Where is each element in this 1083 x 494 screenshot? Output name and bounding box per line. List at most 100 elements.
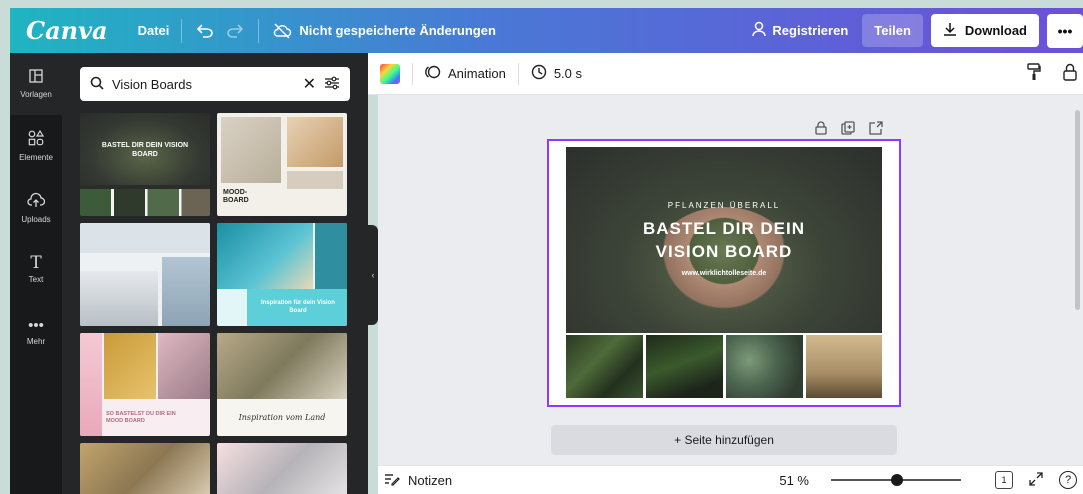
photo-vine[interactable] <box>646 335 723 398</box>
template-thumbnail-5[interactable]: SO BASTELST DU DIR EIN MOOD BOARD <box>80 333 210 436</box>
template-thumbnail-4[interactable]: Inspiration für dein Vision Board <box>217 223 347 326</box>
rail-item-text[interactable]: T Text <box>10 239 62 301</box>
design-title-line2: VISION BOARD <box>655 242 793 261</box>
divider <box>181 18 183 43</box>
template-thumbnail-2[interactable]: MOOD-BOARD <box>217 113 347 216</box>
left-rail: Vorlagen Elemente Uploads T Text ••• Meh… <box>10 53 62 494</box>
editor-toolbar: Animation 5.0 s <box>368 53 1083 95</box>
template-thumbnail-1[interactable]: BASTEL DIR DEIN VISION BOARD <box>80 113 210 216</box>
template-thumbnail-3[interactable] <box>80 223 210 326</box>
rail-item-uploads[interactable]: Uploads <box>10 177 62 239</box>
divider <box>258 18 260 43</box>
rail-label-uploads: Uploads <box>21 215 51 224</box>
photo-palms[interactable] <box>806 335 882 398</box>
cloud-off-icon <box>271 20 293 42</box>
thumbnail-title: BASTEL DIR DEIN VISION BOARD <box>101 142 189 158</box>
thumbnail-photo <box>80 271 158 326</box>
register-label: Registrieren <box>772 23 849 38</box>
thumbnail-swatches <box>80 333 102 436</box>
canva-logo[interactable]: Canva <box>26 16 108 45</box>
user-icon <box>752 21 767 40</box>
vertical-scrollbar[interactable] <box>1075 110 1080 310</box>
templates-icon <box>29 69 43 86</box>
color-picker-icon[interactable] <box>380 63 400 84</box>
design-title-line1: BASTEL DIR DEIN <box>642 219 806 238</box>
register-button[interactable]: Registrieren <box>752 21 848 40</box>
design-kicker: PFLANZEN ÜBERALL <box>667 201 781 210</box>
template-thumbnail-8[interactable] <box>217 443 347 494</box>
top-bar: Canva Datei Nicht gespeicherte Änderunge… <box>10 8 1083 53</box>
rail-label-text: Text <box>28 275 44 284</box>
thumbnail-title: Inspiration für dein Vision Board <box>261 300 335 314</box>
photo-fern[interactable] <box>566 335 643 398</box>
thumbnail-photo <box>287 117 343 167</box>
notes-button[interactable]: Notizen <box>408 473 452 488</box>
notes-icon[interactable] <box>384 472 400 489</box>
paint-roller-icon[interactable] <box>1027 63 1041 84</box>
rail-item-elements[interactable]: Elemente <box>10 115 62 177</box>
photo-succulents[interactable] <box>726 335 803 398</box>
collapse-panel-handle[interactable]: ‹ <box>368 225 378 325</box>
search-icon <box>90 76 104 93</box>
more-options-button[interactable]: ••• <box>1047 13 1083 48</box>
zoom-slider[interactable] <box>831 474 961 486</box>
thumbnail-photo-strip <box>80 189 210 216</box>
templates-panel: Vision Boards ✕ BASTEL DIR DEIN VISION B… <box>62 53 368 494</box>
text-icon: T <box>30 253 42 273</box>
design-page[interactable]: PFLANZEN ÜBERALL BASTEL DIR DEIN VISION … <box>547 139 901 407</box>
filter-icon[interactable] <box>324 76 340 93</box>
download-icon <box>943 22 957 39</box>
duration-label: 5.0 s <box>553 66 582 81</box>
clear-search-icon[interactable]: ✕ <box>303 74 316 94</box>
lock-page-icon[interactable] <box>815 121 827 138</box>
add-page-button[interactable]: + Seite hinzufügen <box>551 425 897 455</box>
bottom-bar: Notizen 51 % 1 ? <box>378 465 1083 494</box>
clock-icon <box>531 64 547 83</box>
redo-icon[interactable] <box>224 20 246 42</box>
download-label: Download <box>964 23 1027 38</box>
animation-label: Animation <box>448 66 506 81</box>
thumbnail-photo <box>80 223 210 253</box>
divider <box>517 62 519 85</box>
search-box[interactable]: Vision Boards ✕ <box>80 67 350 101</box>
duration-button[interactable]: 5.0 s <box>531 64 582 83</box>
rail-label-more: Mehr <box>26 337 46 346</box>
download-button[interactable]: Download <box>930 14 1039 47</box>
animation-icon <box>425 64 441 83</box>
duplicate-page-icon[interactable] <box>841 121 855 138</box>
thumbnail-title: MOOD-BOARD <box>223 189 249 204</box>
page-tools <box>815 121 883 138</box>
rail-item-templates[interactable]: Vorlagen <box>10 53 62 115</box>
template-thumbnail-6[interactable]: Inspiration vom Land <box>217 333 347 436</box>
zoom-slider-handle[interactable] <box>891 474 904 486</box>
file-menu[interactable]: Datei <box>138 23 170 38</box>
thumbnail-photo <box>217 333 347 399</box>
thumbnail-photo <box>162 257 210 326</box>
rail-label-templates: Vorlagen <box>20 90 52 99</box>
elements-icon <box>28 129 45 149</box>
search-input[interactable]: Vision Boards <box>112 77 295 92</box>
thumbnail-photo <box>104 333 156 399</box>
page-count-icon[interactable]: 1 <box>995 471 1013 489</box>
thumbnail-photo <box>315 223 347 289</box>
rail-item-more[interactable]: ••• Mehr <box>10 301 62 363</box>
fullscreen-icon[interactable] <box>1029 471 1043 489</box>
thumbnail-title: SO BASTELST DU DIR EIN MOOD BOARD <box>106 411 176 424</box>
share-button[interactable]: Teilen <box>862 14 923 47</box>
template-thumbnail-7[interactable] <box>80 443 210 494</box>
hero-image[interactable]: PFLANZEN ÜBERALL BASTEL DIR DEIN VISION … <box>566 147 882 333</box>
more-dots-icon: ••• <box>28 317 44 334</box>
save-status: Nicht gespeicherte Änderungen <box>299 23 496 38</box>
thumbnail-photo <box>287 171 343 189</box>
add-page-icon[interactable] <box>869 121 883 138</box>
divider <box>412 62 413 85</box>
rail-label-elements: Elemente <box>19 153 53 162</box>
design-url: www.wirklichtolleseite.de <box>681 270 767 277</box>
undo-icon[interactable] <box>194 20 216 42</box>
zoom-level[interactable]: 51 % <box>779 473 809 488</box>
thumbnail-photo <box>158 333 210 399</box>
animation-button[interactable]: Animation <box>425 64 506 83</box>
help-icon[interactable]: ? <box>1059 471 1077 489</box>
thumbnail-photo <box>221 117 281 183</box>
lock-icon[interactable] <box>1063 63 1077 84</box>
